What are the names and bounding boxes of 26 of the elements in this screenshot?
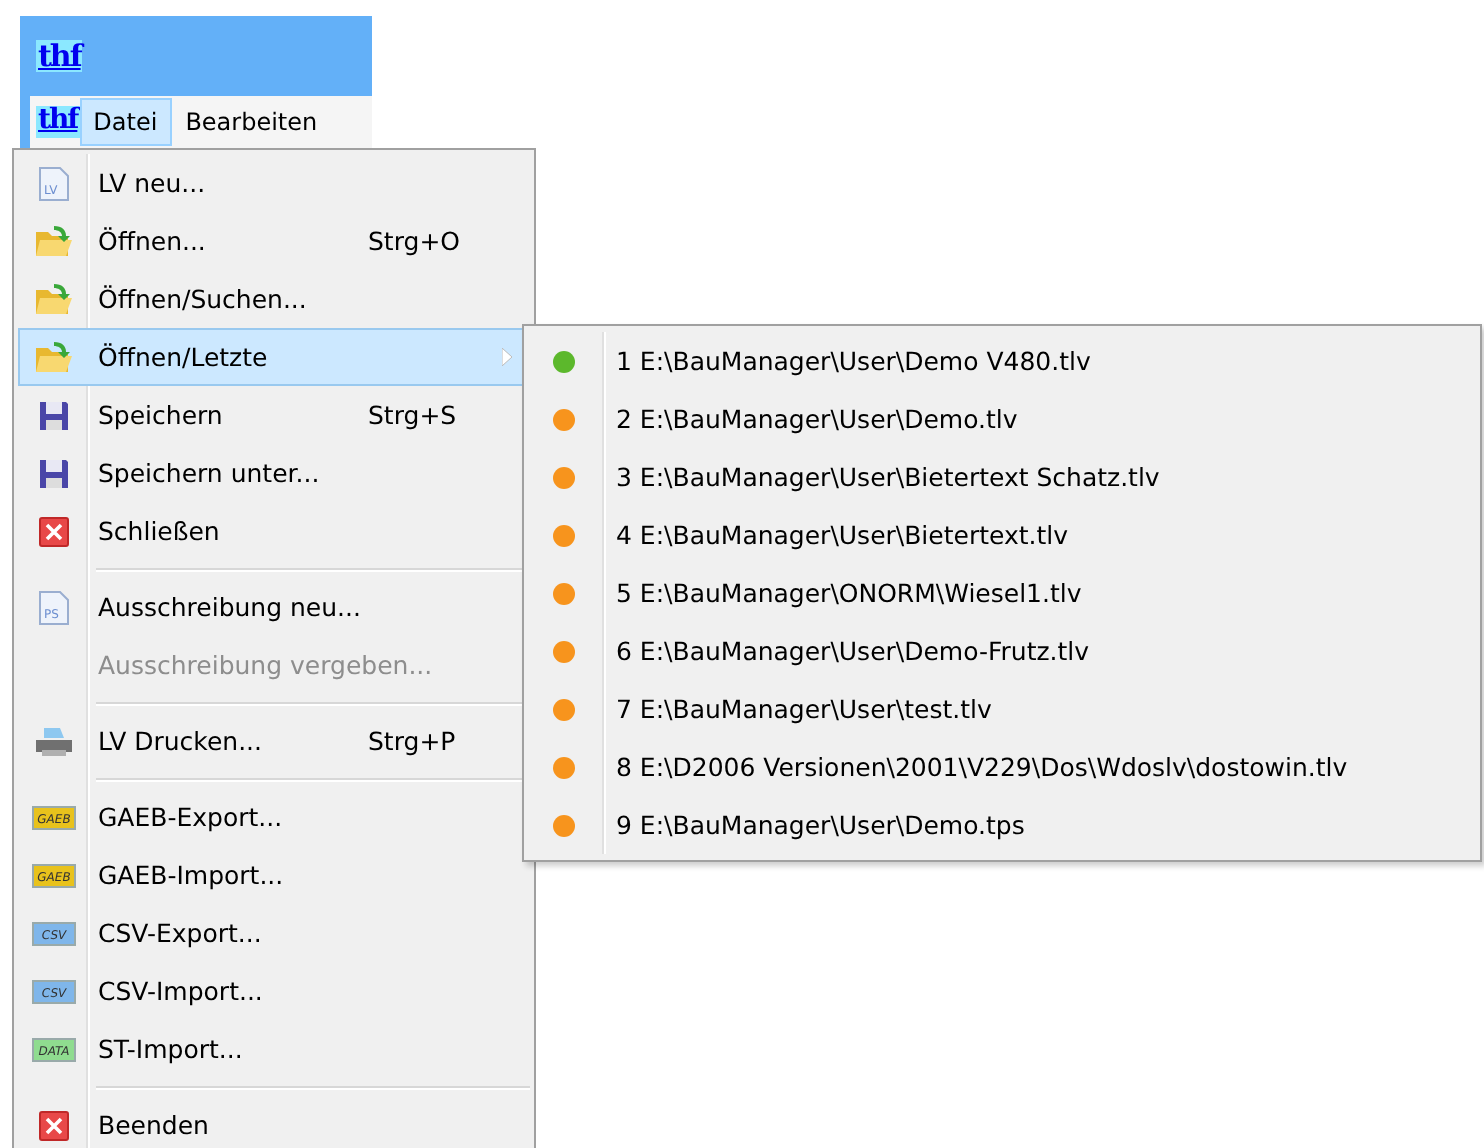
app-logo: thf [36,106,80,138]
menu-title[interactable]: Datei [79,98,172,146]
menu-title[interactable]: Bearbeiten [171,98,332,146]
recent-file-item[interactable]: 2 E:\BauManager\User\Demo.tlv [528,390,1476,448]
recent-file-item[interactable]: 6 E:\BauManager\User\Demo-Frutz.tlv [528,622,1476,680]
close-icon [37,1109,69,1141]
app-logo: thf [36,39,83,73]
menu-item[interactable]: Beenden [18,1096,530,1148]
menu-item[interactable]: Öffnen/Suchen... [18,270,530,328]
recent-file-item[interactable]: 4 E:\BauManager\User\Bietertext.tlv [528,506,1476,564]
printer-icon [33,725,73,757]
folder-icon [33,281,73,317]
close-icon [37,515,69,547]
menu-item[interactable]: Schließen [18,502,530,560]
recent-file-item[interactable]: 1 E:\BauManager\User\Demo V480.tlv [528,332,1476,390]
recent-file-item[interactable]: 7 E:\BauManager\User\test.tlv [528,680,1476,738]
folder-icon [33,223,73,259]
recent-file-item[interactable]: 3 E:\BauManager\User\Bietertext Schatz.tlv [528,448,1476,506]
recent-file-item[interactable]: 9 E:\BauManager\User\Demo.tps [528,796,1476,854]
menu-item[interactable]: Öffnen... Strg+O [18,212,530,270]
folder-icon [33,339,73,375]
menu-item[interactable]: Speichern unter... [18,444,530,502]
menu-item[interactable]: Speichern Strg+S [18,386,530,444]
recent-file-item[interactable]: 8 E:\D2006 Versionen\2001\V229\Dos\Wdoslv\dostowin.tlv [528,738,1476,796]
menu-item[interactable]: LV Drucken... Strg+P [18,712,530,770]
recent-file-item[interactable]: 5 E:\BauManager\ONORM\Wiesel1.tlv [528,564,1476,622]
